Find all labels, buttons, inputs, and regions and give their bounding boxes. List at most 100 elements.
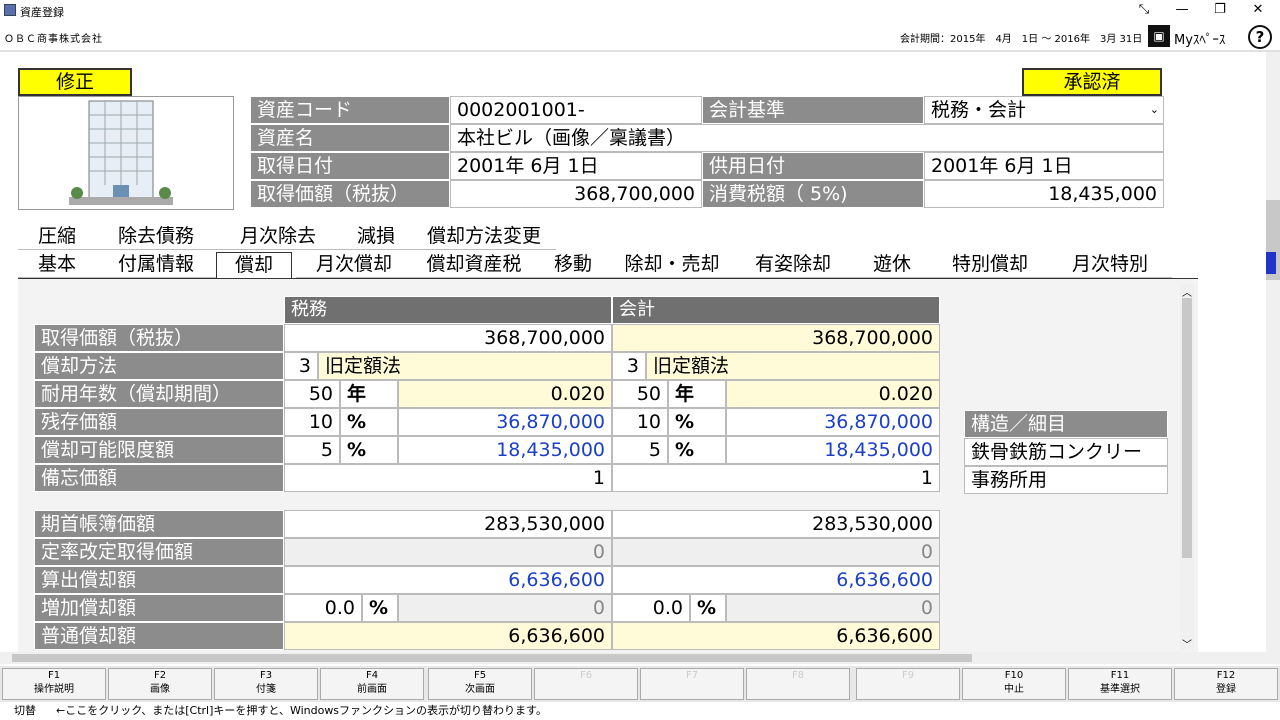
panel-scrollbar[interactable]: ︿ ﹀: [1180, 284, 1194, 651]
acc-memo-value[interactable]: 1: [612, 464, 940, 492]
tab-special-depreciation[interactable]: 特別償却: [932, 252, 1048, 278]
tax-residual-unit: %: [340, 408, 398, 436]
tax-life-unit: 年: [340, 380, 398, 408]
status-bar: 切替 ←ここをクリック、または[Ctrl]キーを押すと、Windowsファンクシ…: [0, 702, 1280, 720]
tab-impairment[interactable]: 減損: [340, 224, 412, 250]
tab-physical-disposal[interactable]: 有姿除却: [734, 252, 852, 278]
f2-key[interactable]: F2 画像: [108, 668, 212, 700]
acc-begin-value[interactable]: 283,530,000: [612, 510, 940, 538]
close-button[interactable]: ✕: [1240, 0, 1276, 22]
asset-image[interactable]: [18, 96, 234, 210]
tab-transfer[interactable]: 移動: [536, 252, 610, 278]
tax-label: 消費税額（ 5%): [702, 180, 924, 208]
f11-key[interactable]: F11 基準選択: [1068, 668, 1172, 700]
limit-row-label: 償却可能限度額: [34, 436, 284, 464]
chevron-down-icon: ⌄: [1149, 103, 1159, 116]
tab-idle[interactable]: 遊休: [852, 252, 932, 278]
standard-select[interactable]: 税務・会計 ⌄: [924, 96, 1164, 124]
panel-scroll-thumb[interactable]: [1182, 298, 1192, 558]
accounting-period: 会計期間：2015年 4月 1日 ～ 2016年 3月 31日: [900, 34, 1143, 45]
f3-key[interactable]: F3 付箋: [214, 668, 318, 700]
tax-field[interactable]: 18,435,000: [924, 180, 1164, 208]
tax-residual-percent[interactable]: 10: [284, 408, 340, 436]
tax-method-name: 旧定額法: [318, 352, 612, 380]
acc-add-percent[interactable]: 0.0: [612, 594, 690, 622]
tax-memo-value[interactable]: 1: [284, 464, 612, 492]
use-date-field[interactable]: 2001年 6月 1日: [924, 152, 1164, 180]
asset-code-field[interactable]: 0002001001-: [450, 96, 702, 124]
acc-residual-value[interactable]: 36,870,000: [726, 408, 940, 436]
title-bar: 資産登録 ⤡ — ❐ ✕: [0, 0, 1280, 22]
column-tax-header: 税務: [284, 296, 612, 324]
f5-key[interactable]: F5 次画面: [428, 668, 532, 700]
acq-date-field[interactable]: 2001年 6月 1日: [450, 152, 702, 180]
status-message: ←ここをクリック、または[Ctrl]キーを押すと、Windowsファンクションの…: [56, 704, 547, 717]
tab-disposal-sale[interactable]: 除却・売却: [610, 252, 734, 278]
tax-residual-value[interactable]: 36,870,000: [398, 408, 612, 436]
asset-name-field[interactable]: 本社ビル（画像／稟議書）: [450, 124, 1164, 152]
tab-basic[interactable]: 基本: [18, 252, 96, 278]
tax-normal-value[interactable]: 6,636,600: [284, 622, 612, 650]
tax-limit-percent[interactable]: 5: [284, 436, 340, 464]
acc-life-years[interactable]: 50: [612, 380, 668, 408]
tax-add-unit: %: [362, 594, 398, 622]
f12-key[interactable]: F12 登録: [1174, 668, 1278, 700]
use-date-label: 供用日付: [702, 152, 924, 180]
tab-method-change[interactable]: 償却方法変更: [412, 224, 556, 250]
acc-method-no[interactable]: 3: [612, 352, 646, 380]
restore-down-icon[interactable]: ⤡: [1126, 0, 1162, 22]
horizontal-scrollbar[interactable]: [0, 652, 1266, 664]
memo-row-label: 備忘価額: [34, 464, 284, 492]
structure-header: 構造／細目: [964, 410, 1168, 438]
acc-acq-price[interactable]: 368,700,000: [612, 324, 940, 352]
f9-key: F9: [856, 668, 960, 700]
tab-depreciable-asset-tax[interactable]: 償却資産税: [412, 252, 536, 278]
f4-key[interactable]: F4 前画面: [320, 668, 424, 700]
mode-badge: 修正: [18, 68, 132, 96]
structure-value[interactable]: 鉄骨鉄筋コンクリー: [964, 438, 1168, 466]
acc-method-name: 旧定額法: [646, 352, 940, 380]
switch-button[interactable]: 切替: [14, 702, 36, 720]
acc-residual-percent[interactable]: 10: [612, 408, 668, 436]
acc-limit-value[interactable]: 18,435,000: [726, 436, 940, 464]
standard-value: 税務・会計: [931, 99, 1027, 121]
vertical-scrollbar[interactable]: [1266, 52, 1280, 664]
tax-method-no[interactable]: 3: [284, 352, 318, 380]
tab-compression[interactable]: 圧縮: [18, 224, 96, 250]
acc-life-unit: 年: [668, 380, 726, 408]
life-row-label: 耐用年数（償却期間）: [34, 380, 284, 408]
hscroll-thumb[interactable]: [12, 654, 972, 662]
acc-normal-value[interactable]: 6,636,600: [612, 622, 940, 650]
tab-monthly-removal[interactable]: 月次除去: [216, 224, 340, 250]
tax-limit-value[interactable]: 18,435,000: [398, 436, 612, 464]
standard-label: 会計基準: [702, 96, 924, 124]
tax-calc-value[interactable]: 6,636,600: [284, 566, 612, 594]
acq-price-field[interactable]: 368,700,000: [450, 180, 702, 208]
acc-calc-value[interactable]: 6,636,600: [612, 566, 940, 594]
my-space-icon: ▣: [1148, 25, 1170, 47]
f1-key[interactable]: F1 操作説明: [2, 668, 106, 700]
detail-value[interactable]: 事務所用: [964, 466, 1168, 494]
column-accounting-header: 会計: [612, 296, 940, 324]
my-space-button[interactable]: ▣ Myｽﾍﾟｰｽ: [1148, 25, 1244, 49]
chevron-up-icon[interactable]: ︿: [1182, 284, 1192, 299]
acc-limit-unit: %: [668, 436, 726, 464]
maximize-button[interactable]: ❐: [1202, 0, 1238, 22]
acc-limit-percent[interactable]: 5: [612, 436, 668, 464]
help-icon[interactable]: ?: [1248, 25, 1272, 49]
tab-removal-obligation[interactable]: 除去債務: [96, 224, 216, 250]
tab-monthly-special[interactable]: 月次特別: [1048, 252, 1172, 278]
tax-add-percent[interactable]: 0.0: [284, 594, 362, 622]
tax-begin-value[interactable]: 283,530,000: [284, 510, 612, 538]
chevron-down-icon[interactable]: ﹀: [1182, 636, 1192, 651]
company-name: ＯＢＣ商事株式会社: [4, 34, 103, 45]
f10-key[interactable]: F10 中止: [962, 668, 1066, 700]
tab-monthly-depreciation[interactable]: 月次償却: [296, 252, 412, 278]
acq-price-row-label: 取得価額（税抜）: [34, 324, 284, 352]
tax-acq-price[interactable]: 368,700,000: [284, 324, 612, 352]
tax-life-years[interactable]: 50: [284, 380, 340, 408]
tab-attached-info[interactable]: 付属情報: [96, 252, 216, 278]
tab-depreciation[interactable]: 償却: [216, 252, 292, 278]
minimize-button[interactable]: —: [1164, 0, 1200, 22]
my-space-label: Myｽﾍﾟｰｽ: [1174, 33, 1226, 48]
